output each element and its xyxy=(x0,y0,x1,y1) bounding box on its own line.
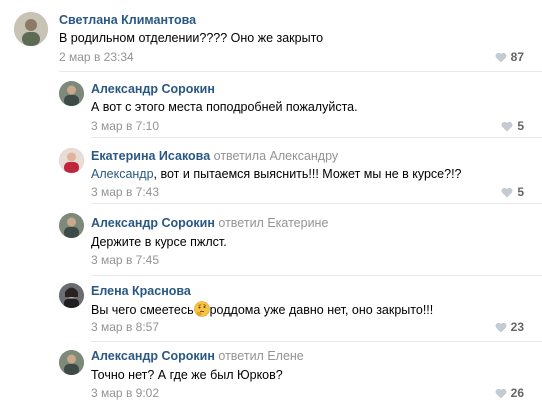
heart-icon xyxy=(495,388,507,398)
like-button[interactable]: 23 xyxy=(495,319,524,335)
like-count: 23 xyxy=(510,320,524,334)
like-button[interactable]: 87 xyxy=(495,49,524,65)
comment-author[interactable]: Екатерина Исакова ответила Александру xyxy=(91,148,338,164)
comment-time[interactable]: 3 мар в 8:57 xyxy=(91,319,159,335)
comment-text: Александр, вот и пытаемся выяснить!!! Мо… xyxy=(91,165,462,183)
comment-author-name[interactable]: Александр Сорокин xyxy=(91,82,215,96)
comment: Александр Сорокин А вот с этого места по… xyxy=(0,72,542,138)
heart-icon xyxy=(495,322,507,332)
comment-author-name[interactable]: Александр Сорокин xyxy=(91,349,215,363)
comment-author[interactable]: Александр Сорокин ответил Елене xyxy=(91,348,304,364)
comment-time[interactable]: 2 мар в 23:34 xyxy=(59,49,134,65)
comment-time[interactable]: 3 мар в 7:45 xyxy=(91,252,159,268)
comment-author[interactable]: Елена Краснова xyxy=(91,283,191,299)
like-count: 5 xyxy=(517,119,524,133)
like-button[interactable]: 5 xyxy=(501,118,524,134)
comment: Светлана Климантова В родильном отделени… xyxy=(0,0,542,72)
avatar[interactable] xyxy=(59,148,84,173)
like-count: 87 xyxy=(510,50,524,64)
comment: Екатерина Исакова ответила Александру Ал… xyxy=(0,138,542,204)
avatar[interactable] xyxy=(59,283,84,308)
comment-text-before: Вы чего смеетесь xyxy=(91,303,194,317)
avatar[interactable] xyxy=(59,213,84,238)
heart-icon xyxy=(495,52,507,62)
avatar[interactable] xyxy=(14,12,48,46)
comment-time[interactable]: 3 мар в 7:10 xyxy=(91,118,159,134)
like-button[interactable]: 26 xyxy=(495,385,524,401)
comment-author[interactable]: Александр Сорокин ответил Екатерине xyxy=(91,215,328,231)
comment-author-name[interactable]: Александр Сорокин xyxy=(91,216,215,230)
comment-author[interactable]: Светлана Климантова xyxy=(59,12,196,28)
mention-link[interactable]: Александр xyxy=(91,167,154,181)
comment-author-name[interactable]: Екатерина Исакова xyxy=(91,149,210,163)
thinking-emoji-icon xyxy=(193,301,210,317)
comment-author[interactable]: Александр Сорокин xyxy=(91,81,215,97)
reply-to-label[interactable]: ответила Александру xyxy=(214,149,339,163)
comment-time[interactable]: 3 мар в 9:02 xyxy=(91,385,159,401)
like-count: 5 xyxy=(517,185,524,199)
avatar[interactable] xyxy=(59,350,84,375)
heart-icon xyxy=(501,121,513,131)
like-count: 26 xyxy=(510,386,524,400)
avatar[interactable] xyxy=(59,81,84,106)
reply-to-label[interactable]: ответил Екатерине xyxy=(218,216,328,230)
comment-text: Держите в курсе пжлст. xyxy=(91,235,227,249)
comment-text: Вы чего смеетесь роддома уже давно нет, о… xyxy=(91,301,433,319)
comment: Александр Сорокин ответил Екатерине Держ… xyxy=(0,204,542,276)
comment-text: В родильном отделении???? Оно же закрыто xyxy=(59,31,324,45)
heart-icon xyxy=(501,187,513,197)
comment-time[interactable]: 3 мар в 7:43 xyxy=(91,184,159,200)
comment-text: А вот с этого места поподробней пожалуйс… xyxy=(91,100,358,114)
like-button[interactable]: 5 xyxy=(501,184,524,200)
comment-text-after: роддома уже давно нет, оно закрыто!!! xyxy=(209,303,434,317)
reply-to-label[interactable]: ответил Елене xyxy=(218,349,303,363)
comment-author-name[interactable]: Елена Краснова xyxy=(91,284,191,298)
comment-text: Точно нет? А где же был Юрков? xyxy=(91,368,283,382)
comment: Александр Сорокин ответил Елене Точно не… xyxy=(0,342,542,406)
comment: Елена Краснова Вы чего смеетесь роддома у… xyxy=(0,276,542,342)
comment-text-body: , вот и пытаемся выяснить!!! Может мы не… xyxy=(153,167,462,181)
